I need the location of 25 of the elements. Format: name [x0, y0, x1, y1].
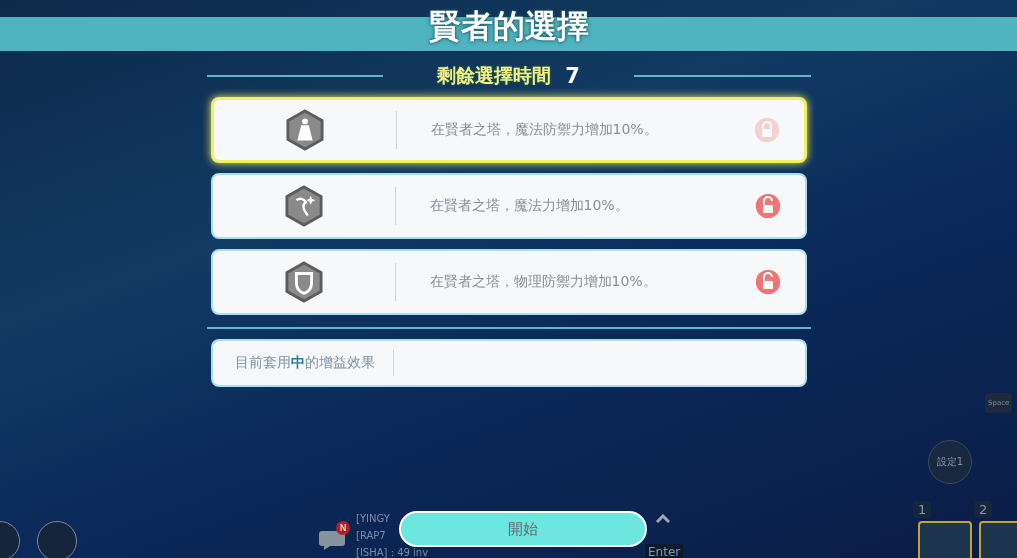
- window-title: 賢者的選擇: [428, 6, 589, 47]
- start-button[interactable]: 開始: [399, 511, 647, 547]
- timer-value: 7: [565, 64, 580, 88]
- buff-icon: [284, 261, 323, 303]
- buff-option-card[interactable]: 在賢者之塔，物理防禦力增加10%。: [210, 249, 807, 315]
- chat-line: [RAP7: [356, 529, 387, 543]
- buff-description: 在賢者之塔，物理防禦力增加10%。: [429, 273, 658, 291]
- buff-icon: [284, 185, 323, 227]
- timer-label: 剩餘選擇時間: [437, 63, 552, 88]
- slot-number: 2: [974, 501, 993, 518]
- lock-icon[interactable]: [752, 267, 783, 297]
- slot-number: 1: [913, 501, 932, 518]
- buff-description: 在賢者之塔，魔法力增加10%。: [429, 197, 630, 215]
- current-buff-label: 目前套用中的增益效果: [234, 354, 375, 372]
- chat-line: [ISHA] : 49 inv: [356, 546, 429, 558]
- caret-icon[interactable]: [655, 514, 671, 524]
- chat-line: [YINGY: [356, 512, 391, 526]
- buff-description: 在賢者之塔，魔法防禦力增加10%。: [430, 121, 659, 139]
- notification-badge: N: [336, 521, 350, 535]
- buff-option-card[interactable]: 在賢者之塔，魔法力增加10%。: [210, 173, 807, 239]
- buff-option-card[interactable]: 在賢者之塔，魔法防禦力增加10%。: [210, 97, 807, 163]
- preset-button[interactable]: 設定1: [928, 440, 972, 484]
- lock-icon[interactable]: [752, 191, 783, 221]
- buff-icon: [285, 109, 324, 151]
- enter-key-label[interactable]: Enter: [645, 544, 684, 558]
